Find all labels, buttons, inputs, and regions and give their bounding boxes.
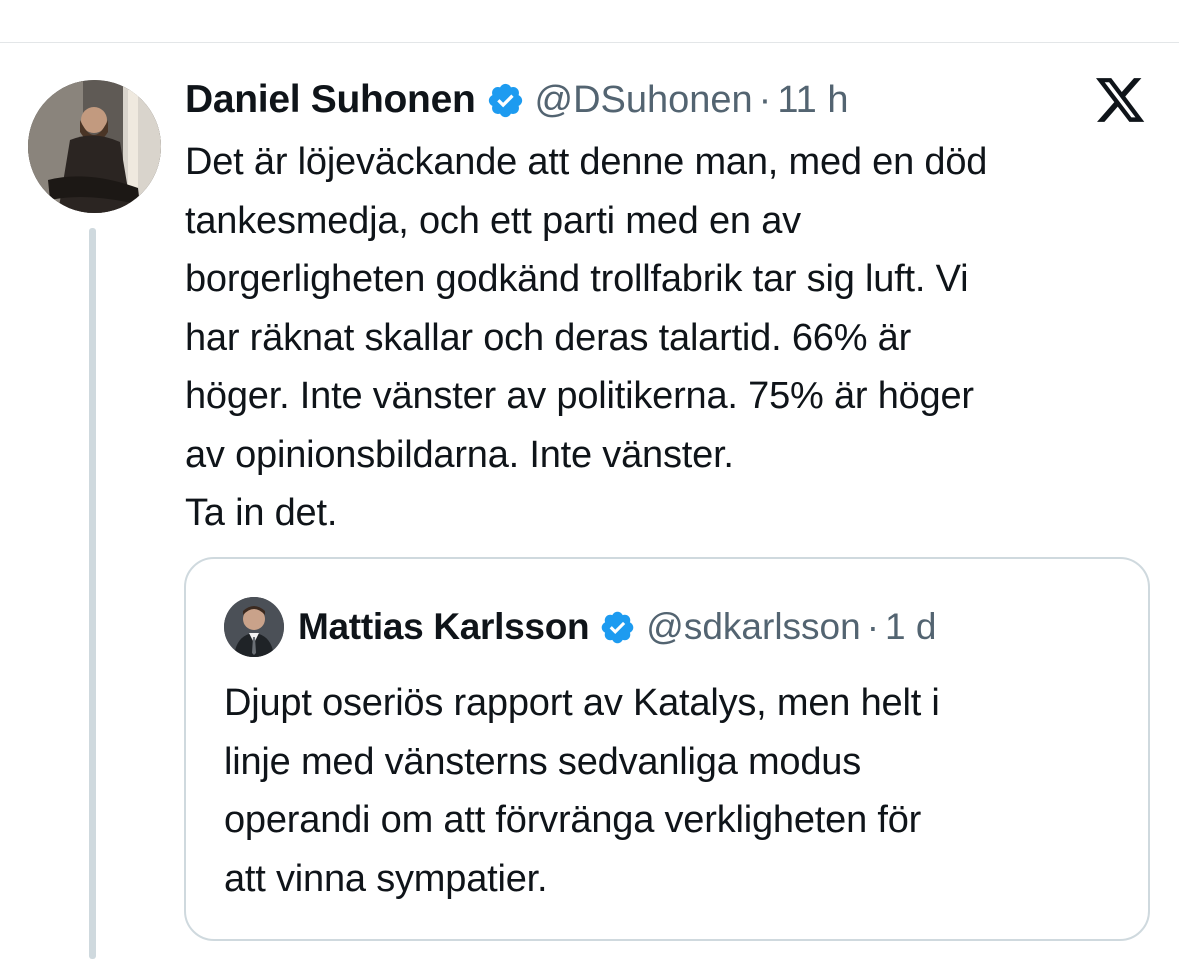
tweet-header: Daniel Suhonen @DSuhonen · 11 h [185,76,848,124]
top-divider [0,42,1179,43]
verified-badge-icon [486,81,525,120]
author-handle[interactable]: @DSuhonen [535,79,753,122]
tweet-text-line: tankesmedja, och ett parti med en av [185,199,801,242]
tweet-text-line: höger. Inte vänster av politikerna. 75% … [185,375,974,417]
quoted-tweet-header: Mattias Karlsson @sdkarlsson · 1 d [298,603,936,651]
author-name[interactable]: Daniel Suhonen [185,78,476,122]
verified-badge-icon [599,609,636,646]
quoted-tweet-card[interactable]: Mattias Karlsson @sdkarlsson · 1 d Djupt… [184,557,1150,941]
thread-connector-line [89,228,96,959]
tweet-text: Det är löjeväckande att denne man, med e… [185,133,1165,543]
quoted-author-handle[interactable]: @sdkarlsson [646,606,860,648]
quoted-tweet-timestamp[interactable]: 1 d [885,606,936,648]
tweet-text-line: Det är löjeväckande att denne man, med e… [185,141,988,183]
author-avatar[interactable] [28,80,161,213]
tweet-text-line: Ta in det. [185,492,338,534]
separator-dot: · [866,606,880,647]
tweet-text-line: av opinionsbildarna. Inte vänster. [185,433,734,476]
tweet-timestamp[interactable]: 11 h [777,79,848,122]
quoted-tweet-text: Djupt oseriös rapport av Katalys, men he… [224,674,1124,908]
tweet-text-line: har räknat skallar och deras talartid. 6… [185,316,912,359]
quoted-tweet-text-line: att vinna sympatier. [224,857,548,900]
quoted-tweet-text-line: linje med vänsterns sedvanliga modus [224,740,862,783]
tweet-text-line: borgerligheten godkänd trollfabrik tar s… [185,258,969,300]
quoted-tweet-text-line: Djupt oseriös rapport av Katalys, men he… [224,682,940,724]
quoted-tweet-text-line: operandi om att förvränga verkligheten f… [224,799,922,841]
separator-dot: · [758,78,772,121]
quoted-author-avatar[interactable] [224,597,284,657]
x-logo-icon [1096,78,1146,124]
quoted-author-name[interactable]: Mattias Karlsson [298,606,590,648]
